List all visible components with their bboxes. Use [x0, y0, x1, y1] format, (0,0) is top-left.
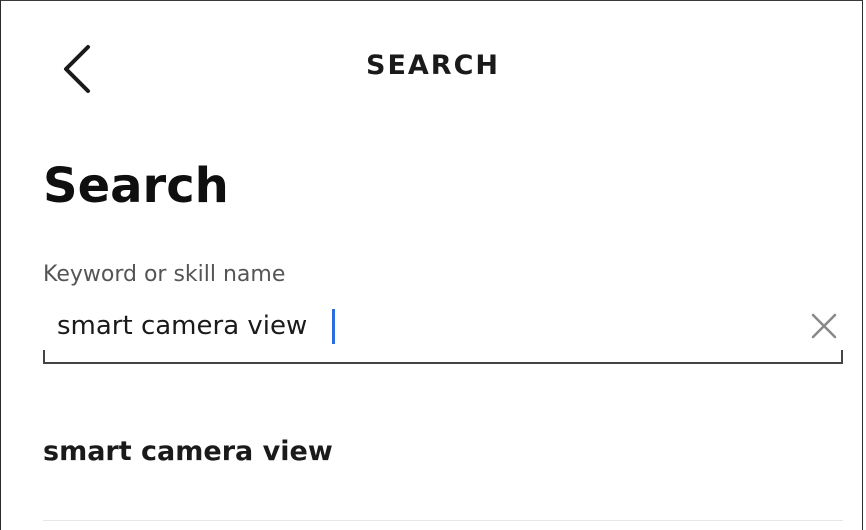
- search-field-label: Keyword or skill name: [43, 262, 286, 287]
- close-icon: [811, 313, 837, 339]
- divider: [43, 520, 843, 521]
- suggestion-item[interactable]: smart camera view: [43, 436, 333, 467]
- clear-button[interactable]: [810, 312, 838, 340]
- search-input[interactable]: [57, 306, 777, 346]
- header-title: SEARCH: [366, 50, 500, 81]
- page-title: Search: [43, 158, 229, 214]
- text-caret: [332, 309, 335, 344]
- search-input-underline: [43, 350, 843, 364]
